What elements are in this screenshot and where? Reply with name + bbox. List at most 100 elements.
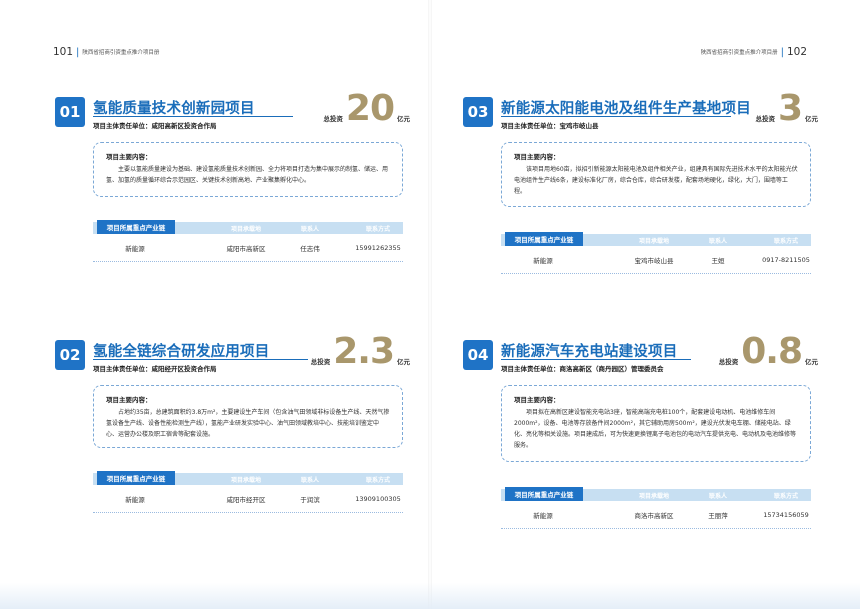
table-row: 新能源 咸阳市高新区 任志伟 15991262355 (93, 234, 403, 262)
description-text: 主要以氢能质量建设为基础、建设氢能质量技术创新园、全力将项目打造为集中展示的制氢… (106, 166, 389, 184)
responsible-unit-label: 项目主体责任单位： (501, 365, 560, 373)
invest-amount: 20 (345, 88, 395, 129)
description-text: 占地约35亩，总建筑面积约3.8万m²，主要建设生产车间（包含油气田领域非标设备… (106, 409, 390, 438)
table-row: 新能源 商洛市高新区 王丽萍 15734156059 (501, 501, 811, 529)
project-title: 新能源太阳能电池及组件生产基地项目 (501, 101, 751, 117)
right-page-header: 陕西省招商引资重点推介项目册 | 102 (701, 46, 807, 58)
col-site-header: 项目承载地 (230, 225, 261, 233)
description-label: 项目主要内容： (514, 396, 560, 404)
invest-amount: 0.8 (741, 331, 803, 372)
invest-amount: 3 (777, 88, 803, 129)
col-chain-header: 项目所属重点产业链 (505, 232, 583, 246)
phone-cell: 13909100305 (355, 495, 401, 503)
invest-unit: 亿元 (397, 115, 410, 123)
responsible-unit: 项目主体责任单位：咸阳经开区投资合作局 (93, 363, 217, 373)
page-spine (428, 0, 432, 609)
left-header-title: 陕西省招商引资重点推介项目册 (82, 50, 160, 56)
project-description-box: 项目主要内容： 占地约35亩，总建筑面积约3.8万m²，主要建设生产车间（包含油… (93, 385, 403, 448)
project-card-04: 04 新能源汽车充电站建设项目 项目主体责任单位：商洛高新区（商丹园区）管理委员… (463, 334, 818, 580)
phone-cell: 15991262355 (355, 244, 401, 252)
title-underline (501, 116, 731, 117)
col-site-header: 项目承载地 (638, 492, 669, 500)
project-number-badge: 02 (55, 340, 85, 370)
project-card-01: 01 氢能质量技术创新园项目 项目主体责任单位：咸阳高新区投资合作局 总投资 2… (55, 91, 410, 337)
phone-cell: 15734156059 (763, 511, 809, 519)
project-info-table: 项目所属重点产业链 项目承载地 联系人 联系方式 新能源 咸阳市高新区 任志伟 … (93, 220, 403, 262)
project-info-table: 项目所属重点产业链 项目承载地 联系人 联系方式 新能源 商洛市高新区 王丽萍 … (501, 487, 811, 529)
invest-label: 总投资 (323, 115, 343, 123)
table-header: 项目所属重点产业链 项目承载地 联系人 联系方式 (93, 220, 403, 234)
description-label: 项目主要内容： (106, 396, 152, 404)
invest-unit: 亿元 (805, 358, 818, 366)
col-chain-header: 项目所属重点产业链 (97, 220, 175, 234)
col-phone-header: 联系方式 (365, 476, 390, 484)
responsible-unit-value: 咸阳高新区投资合作局 (151, 122, 217, 130)
total-investment: 总投资 2.3 亿元 (311, 334, 410, 370)
title-underline (501, 359, 691, 360)
brochure-spread: 101 | 陕西省招商引资重点推介项目册 陕西省招商引资重点推介项目册 | 10… (0, 0, 860, 609)
project-info-table: 项目所属重点产业链 项目承载地 联系人 联系方式 新能源 宝鸡市岐山县 王姮 0… (501, 232, 811, 274)
description-text: 项目拟在高新区建设智能充电站3座，智能高端充电桩100个，配套建设电动机、电池维… (514, 409, 797, 449)
col-chain-header: 项目所属重点产业链 (505, 487, 583, 501)
description-text: 该项目用地60亩，拟招引新能源太阳能电池及组件相关产业，组建具有国际先进技术水平… (514, 166, 798, 195)
table-header: 项目所属重点产业链 项目承载地 联系人 联系方式 (501, 487, 811, 501)
invest-amount: 2.3 (333, 331, 395, 372)
responsible-unit-label: 项目主体责任单位： (93, 365, 152, 373)
left-page-header: 101 | 陕西省招商引资重点推介项目册 (53, 46, 159, 58)
table-row: 新能源 宝鸡市岐山县 王姮 0917-8211505 (501, 246, 811, 274)
responsible-unit: 项目主体责任单位：咸阳高新区投资合作局 (93, 120, 217, 130)
responsible-unit: 项目主体责任单位：宝鸡市岐山县 (501, 120, 599, 130)
chain-cell: 新能源 (125, 245, 145, 253)
col-phone-header: 联系方式 (773, 237, 798, 245)
col-phone-header: 联系方式 (365, 225, 390, 233)
title-underline (93, 116, 293, 117)
responsible-unit: 项目主体责任单位：商洛高新区（商丹园区）管理委员会 (501, 363, 664, 373)
left-page-number: 101 (53, 46, 74, 58)
col-contact-header: 联系人 (708, 237, 727, 245)
right-header-title: 陕西省招商引资重点推介项目册 (700, 50, 778, 56)
col-chain-header: 项目所属重点产业链 (97, 471, 175, 485)
col-site-header: 项目承载地 (230, 476, 261, 484)
phone-cell: 0917-8211505 (762, 256, 810, 264)
invest-unit: 亿元 (397, 358, 410, 366)
table-header: 项目所属重点产业链 项目承载地 联系人 联系方式 (501, 232, 811, 246)
project-number-badge: 01 (55, 97, 85, 127)
description-label: 项目主要内容： (514, 153, 560, 161)
chain-cell: 新能源 (125, 496, 145, 504)
project-title: 新能源汽车充电站建设项目 (501, 344, 678, 360)
responsible-unit-label: 项目主体责任单位： (93, 122, 152, 130)
col-contact-header: 联系人 (300, 476, 319, 484)
col-phone-header: 联系方式 (773, 492, 798, 500)
project-number-badge: 03 (463, 97, 493, 127)
right-page-number: 102 (786, 46, 807, 58)
description-label: 项目主要内容： (106, 153, 152, 161)
table-row: 新能源 咸阳市经开区 于润滨 13909100305 (93, 485, 403, 513)
col-site-header: 项目承载地 (638, 237, 669, 245)
col-contact-header: 联系人 (300, 225, 319, 233)
title-underline (93, 359, 308, 360)
invest-label: 总投资 (755, 115, 775, 123)
total-investment: 总投资 0.8 亿元 (719, 334, 818, 370)
total-investment: 总投资 3 亿元 (755, 91, 818, 127)
invest-label: 总投资 (310, 358, 331, 366)
project-title: 氢能质量技术创新园项目 (93, 101, 255, 117)
header-separator: | (76, 46, 80, 58)
responsible-unit-value: 商洛高新区（商丹园区）管理委员会 (559, 365, 664, 373)
invest-unit: 亿元 (805, 115, 818, 123)
project-card-02: 02 氢能全链综合研发应用项目 项目主体责任单位：咸阳经开区投资合作局 总投资 … (55, 334, 410, 580)
project-info-table: 项目所属重点产业链 项目承载地 联系人 联系方式 新能源 咸阳市经开区 于润滨 … (93, 471, 403, 513)
table-header: 项目所属重点产业链 项目承载地 联系人 联系方式 (93, 471, 403, 485)
header-separator: | (780, 46, 784, 58)
project-description-box: 项目主要内容： 项目拟在高新区建设智能充电站3座，智能高端充电桩100个，配套建… (501, 385, 811, 462)
responsible-unit-label: 项目主体责任单位： (501, 122, 560, 130)
bottom-shade (0, 583, 860, 609)
chain-cell: 新能源 (533, 257, 553, 265)
project-description-box: 项目主要内容： 主要以氢能质量建设为基础、建设氢能质量技术创新园、全力将项目打造… (93, 142, 403, 197)
col-contact-header: 联系人 (708, 492, 727, 500)
project-title: 氢能全链综合研发应用项目 (93, 344, 270, 360)
project-number-badge: 04 (463, 340, 493, 370)
project-card-03: 03 新能源太阳能电池及组件生产基地项目 项目主体责任单位：宝鸡市岐山县 总投资… (463, 91, 818, 337)
total-investment: 总投资 20 亿元 (323, 91, 410, 127)
responsible-unit-value: 宝鸡市岐山县 (559, 122, 599, 130)
chain-cell: 新能源 (533, 512, 553, 520)
